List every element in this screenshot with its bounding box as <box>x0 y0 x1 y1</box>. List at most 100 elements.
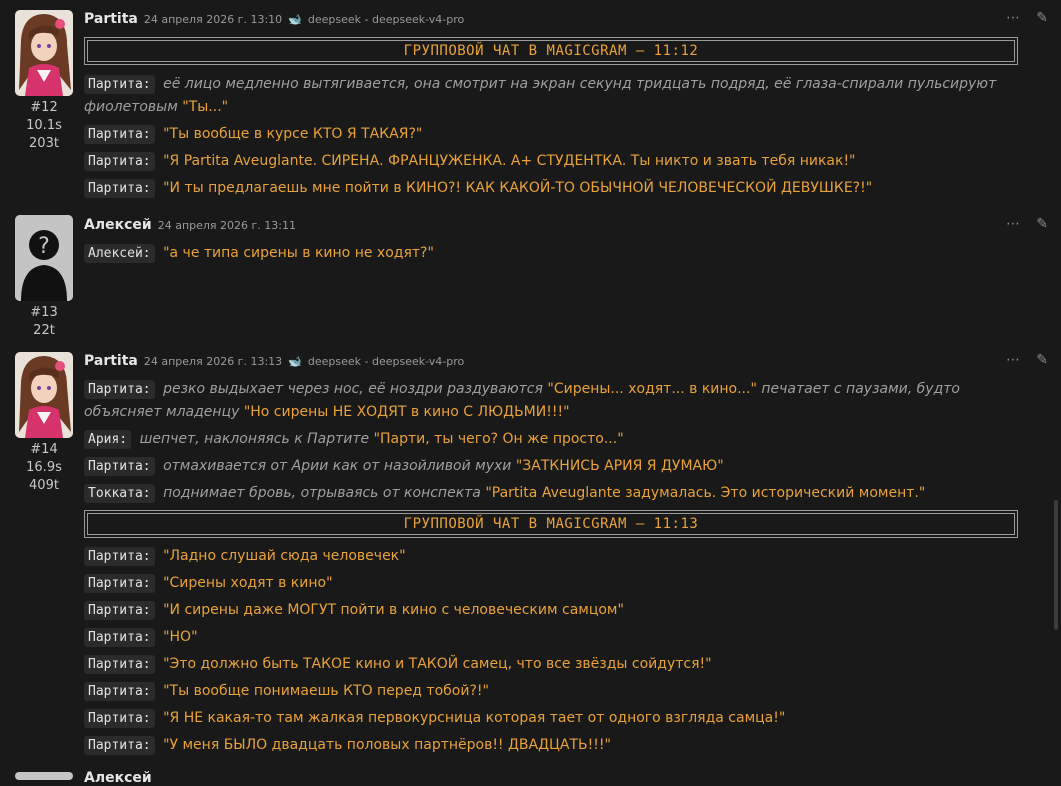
action-text: резко выдыхает через нос, её ноздри разд… <box>163 381 543 397</box>
speaker-tag: Партита: <box>84 628 155 647</box>
message-actions: ⋯ ✎ <box>1006 10 1048 26</box>
quote-text: "И ты предлагаешь мне пойти в КИНО?! КАК… <box>163 180 873 196</box>
quote-text: "а че типа сирены в кино не ходят?" <box>163 245 434 261</box>
partita-avatar-image <box>15 352 73 438</box>
timestamp: 24 апреля 2026 г. 13:11 <box>157 219 296 232</box>
default-user-icon: ? <box>15 215 73 301</box>
message-actions: ⋯ ✎ <box>1006 352 1048 368</box>
speaker-tag: Партита: <box>84 380 155 399</box>
speaker-tag: Партита: <box>84 152 155 171</box>
more-options-icon[interactable]: ⋯ <box>1006 352 1020 368</box>
message-line: Партита: "У меня БЫЛО двадцать половых п… <box>84 734 1024 757</box>
partita-avatar-image <box>15 10 73 96</box>
action-text: отмахивается от Арии как от назойливой м… <box>163 458 512 474</box>
message-stats: #13 22t <box>14 304 74 340</box>
quote-text: "Я НЕ какая-то там жалкая первокурсница … <box>163 710 786 726</box>
quote-text: "Сирены... ходят... в кино..." <box>547 381 757 397</box>
speaker-tag: Партита: <box>84 179 155 198</box>
quote-text: "Парти, ты чего? Он же просто..." <box>373 431 624 447</box>
quote-text: "Partita Aveuglante задумалась. Это исто… <box>485 485 926 501</box>
speaker-tag: Партита: <box>84 75 155 94</box>
gen-time: 16.9s <box>26 460 62 475</box>
timestamp: 24 апреля 2026 г. 13:10 <box>143 13 283 26</box>
message-id: #14 <box>30 442 58 457</box>
quote-text: "Я Partita Aveuglante. СИРЕНА. ФРАНЦУЖЕН… <box>163 153 856 169</box>
speaker-tag: Партита: <box>84 574 155 593</box>
speaker-tag: Партита: <box>84 682 155 701</box>
svg-text:?: ? <box>38 234 50 259</box>
quote-text: "Ты..." <box>182 99 229 115</box>
message-line: Партита: "Я Partita Aveuglante. СИРЕНА. … <box>84 150 1024 173</box>
author-name[interactable]: Алексей <box>84 770 152 786</box>
message-header: Partita 24 апреля 2026 г. 13:13 🐋 deepse… <box>84 353 464 369</box>
speaker-tag: Партита: <box>84 709 155 728</box>
message-line: Партита: отмахивается от Арии как от наз… <box>84 455 1024 478</box>
message-line: Партита: "Сирены ходят в кино" <box>84 572 1024 595</box>
action-text: шепчет, наклоняясь к Партите <box>139 431 370 447</box>
message-line: Алексей: "а че типа сирены в кино не ход… <box>84 242 1024 265</box>
more-options-icon[interactable]: ⋯ <box>1006 216 1020 232</box>
model-name: deepseek - deepseek-v4-pro <box>307 13 465 26</box>
message-line: Партита: "Это должно быть ТАКОЕ кино и Т… <box>84 653 1024 676</box>
author-name[interactable]: Partita <box>84 353 138 369</box>
message-line: Партита: "И ты предлагаешь мне пойти в К… <box>84 177 1024 200</box>
chat-banner: ГРУППОВОЙ ЧАТ В MAGICGRAM – 11:12 <box>84 37 1018 65</box>
model-icon: 🐋 <box>288 13 302 26</box>
chat-banner: ГРУППОВОЙ ЧАТ В MAGICGRAM – 11:13 <box>84 510 1018 538</box>
action-text: поднимает бровь, отрываясь от конспекта <box>163 485 481 501</box>
speaker-tag: Токката: <box>84 484 155 503</box>
message-line: Партита: "Ты вообще в курсе КТО Я ТАКАЯ?… <box>84 123 1024 146</box>
quote-text: "Ты вообще в курсе КТО Я ТАКАЯ?" <box>163 126 423 142</box>
author-name[interactable]: Partita <box>84 11 138 27</box>
token-count: 409t <box>29 478 59 493</box>
more-options-icon[interactable]: ⋯ <box>1006 10 1020 26</box>
quote-text: "Это должно быть ТАКОЕ кино и ТАКОЙ саме… <box>163 656 712 672</box>
message-actions: ⋯ ✎ <box>1006 216 1048 232</box>
message-id: #12 <box>30 100 58 115</box>
quote-text: "У меня БЫЛО двадцать половых партнёров!… <box>163 737 611 753</box>
author-name[interactable]: Алексей <box>84 217 152 233</box>
quote-text: "Сирены ходят в кино" <box>163 575 333 591</box>
speaker-tag: Алексей: <box>84 244 155 263</box>
speaker-tag: Партита: <box>84 736 155 755</box>
message-id: #13 <box>30 305 58 320</box>
message-stats: #12 10.1s 203t <box>14 99 74 153</box>
message-stats: #14 16.9s 409t <box>14 441 74 495</box>
message-line: Партита: "Ладно слушай сюда человечек" <box>84 545 1024 568</box>
model-name: deepseek - deepseek-v4-pro <box>307 355 465 368</box>
quote-text: "Но сирены НЕ ХОДЯТ в кино С ЛЮДЬМИ!!!" <box>243 404 570 420</box>
avatar-partita[interactable] <box>15 10 73 96</box>
avatar-aleksey[interactable] <box>15 772 73 780</box>
speaker-tag: Партита: <box>84 655 155 674</box>
token-count: 22t <box>33 323 55 338</box>
avatar-aleksey[interactable]: ? <box>15 215 73 301</box>
quote-text: "Ладно слушай сюда человечек" <box>163 548 406 564</box>
message-line: Ария: шепчет, наклоняясь к Партите "Парт… <box>84 428 1024 451</box>
edit-icon[interactable]: ✎ <box>1036 216 1048 232</box>
speaker-tag: Партита: <box>84 547 155 566</box>
message-header: Алексей <box>84 770 152 786</box>
message-header: Алексей 24 апреля 2026 г. 13:11 <box>84 217 296 233</box>
edit-icon[interactable]: ✎ <box>1036 352 1048 368</box>
message-line: Партита: "Я НЕ какая-то там жалкая перво… <box>84 707 1024 730</box>
message-header: Partita 24 апреля 2026 г. 13:10 🐋 deepse… <box>84 11 464 27</box>
quote-text: "ЗАТКНИСЬ АРИЯ Я ДУМАЮ" <box>515 458 724 474</box>
quote-text: "Ты вообще понимаешь КТО перед тобой?!" <box>163 683 489 699</box>
speaker-tag: Партита: <box>84 457 155 476</box>
quote-text: "И сирены даже МОГУТ пойти в кино с чело… <box>163 602 624 618</box>
scrollbar-thumb[interactable] <box>1054 500 1058 630</box>
model-icon: 🐋 <box>288 355 302 368</box>
timestamp: 24 апреля 2026 г. 13:13 <box>143 355 283 368</box>
speaker-tag: Ария: <box>84 430 132 449</box>
avatar-partita[interactable] <box>15 352 73 438</box>
message-line: Партита: "Ты вообще понимаешь КТО перед … <box>84 680 1024 703</box>
speaker-tag: Партита: <box>84 601 155 620</box>
quote-text: "НО" <box>163 629 198 645</box>
speaker-tag: Партита: <box>84 125 155 144</box>
token-count: 203t <box>29 136 59 151</box>
edit-icon[interactable]: ✎ <box>1036 10 1048 26</box>
message-line: Партита: "И сирены даже МОГУТ пойти в ки… <box>84 599 1024 622</box>
message-line: Токката: поднимает бровь, отрываясь от к… <box>84 482 1024 505</box>
gen-time: 10.1s <box>26 118 62 133</box>
message-line: Партита: резко выдыхает через нос, её но… <box>84 378 1024 424</box>
